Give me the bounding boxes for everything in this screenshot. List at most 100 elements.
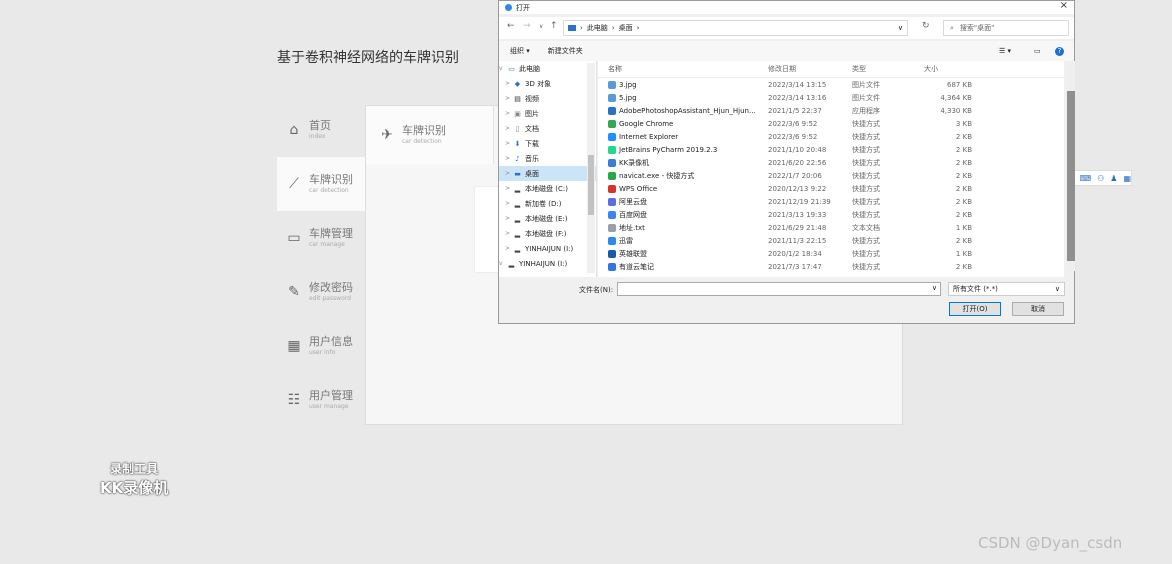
keyboard-icon[interactable]: ⌨ [1080, 174, 1092, 183]
search-input[interactable]: ⌕ 搜索"桌面" [943, 20, 1069, 36]
address-bar[interactable]: › 此电脑 › 桌面 › ∨ [563, 20, 908, 36]
file-date: 2021/6/20 22:56 [768, 158, 827, 167]
expand-icon[interactable]: > [505, 185, 513, 192]
expand-icon[interactable]: > [505, 80, 513, 87]
grid-icon[interactable]: ▦ [1123, 174, 1131, 183]
column-size[interactable]: 大小 [924, 64, 978, 74]
expand-icon[interactable]: > [505, 110, 513, 117]
nav-item-car-manage[interactable]: ▭ 车牌管理 car manage [277, 211, 365, 265]
expand-icon[interactable]: v [499, 260, 507, 267]
tree-item-drive-f[interactable]: > ▂ 本地磁盘 (F:) [499, 226, 596, 241]
tree-item-drive-c[interactable]: > ▂ 本地磁盘 (C:) [499, 181, 596, 196]
file-row[interactable]: 迅雷 2021/11/3 22:15 快捷方式 2 KB [598, 234, 1064, 247]
file-row[interactable]: Internet Explorer 2022/3/6 9:52 快捷方式 2 KB [598, 130, 1064, 143]
column-type[interactable]: 类型 [842, 64, 924, 74]
refresh-icon[interactable]: ↻ [922, 21, 930, 31]
person-icon[interactable]: ⚇ [1097, 174, 1104, 183]
open-button[interactable]: 打开(O) [949, 302, 1001, 316]
open-file-dialog: 打开 × ← → ∨ ↑ › 此电脑 › 桌面 › ∨ ↻ ⌕ 搜索"桌面" 组… [498, 0, 1075, 324]
tree-item-drive-e[interactable]: > ▂ 本地磁盘 (E:) [499, 211, 596, 226]
organize-button[interactable]: 组织 ▾ [510, 46, 530, 56]
breadcrumb-desktop[interactable]: 桌面 [619, 23, 633, 33]
tree-item-this-pc[interactable]: v ▭ 此电脑 [499, 61, 596, 76]
nav-item-edit-password[interactable]: ✎ 修改密码 edit password [277, 265, 365, 319]
nav-item-car-detection[interactable]: ⟋ 车牌识别 car detection [277, 157, 365, 211]
expand-icon[interactable]: > [505, 140, 513, 147]
expand-icon[interactable]: > [505, 200, 513, 207]
tree-item-documents[interactable]: > ▯ 文档 [499, 121, 596, 136]
file-row[interactable]: 3.jpg 2022/3/14 13:15 图片文件 687 KB [598, 78, 1064, 91]
filename-label: 文件名(N): [579, 286, 614, 294]
breadcrumb-this-pc[interactable]: 此电脑 [587, 23, 608, 33]
tree-item-drive-d[interactable]: > ▂ 新加卷 (D:) [499, 196, 596, 211]
nav-item-home[interactable]: ⌂ 首页 index [277, 103, 365, 157]
file-row[interactable]: WPS Office 2020/12/13 9:22 快捷方式 2 KB [598, 182, 1064, 195]
file-row[interactable]: 阿里云盘 2021/12/19 21:39 快捷方式 2 KB [598, 195, 1064, 208]
nav-item-user-manage[interactable]: ☷ 用户管理 user manage [277, 373, 365, 427]
filename-input[interactable]: ∨ [617, 282, 941, 296]
tab-car-detection[interactable]: ✈ 车牌识别 car detection [366, 106, 494, 164]
tree-item-videos[interactable]: > ▤ 视频 [499, 91, 596, 106]
file-row[interactable]: 5.jpg 2022/3/14 13:16 图片文件 4,364 KB [598, 91, 1064, 104]
tree-item-music[interactable]: > ♪ 音乐 [499, 151, 596, 166]
tree-item-desktop[interactable]: > ▬ 桌面 [499, 166, 596, 181]
file-row[interactable]: AdobePhotoshopAssistant_Hjun_Hjun... 2021… [598, 104, 1064, 117]
file-row[interactable]: 百度网盘 2021/3/13 19:33 快捷方式 2 KB [598, 208, 1064, 221]
navigation-tree: v ▭ 此电脑 > ◆ 3D 对象 > ▤ 视频 > ▣ 图片 > ▯ 文档 > ⬇ 下载 > ♪ 音乐 >… [499, 61, 597, 277]
file-name: 百度网盘 [619, 210, 647, 219]
expand-icon[interactable]: > [505, 125, 513, 132]
tree-item-pictures[interactable]: > ▣ 图片 [499, 106, 596, 121]
filename-dropdown-icon[interactable]: ∨ [932, 284, 937, 292]
column-date[interactable]: 修改日期 [758, 64, 842, 74]
file-row[interactable]: navicat.exe - 快捷方式 2022/1/7 20:06 快捷方式 2 KB [598, 169, 1064, 182]
file-name: 英雄联盟 [619, 249, 647, 258]
file-scroll-thumb[interactable] [1067, 91, 1075, 261]
file-size: 4,364 KB [940, 93, 972, 102]
file-row[interactable]: Google Chrome 2022/3/6 9:52 快捷方式 3 KB [598, 117, 1064, 130]
expand-icon[interactable]: > [505, 230, 513, 237]
file-row[interactable]: 英雄联盟 2020/1/2 18:34 快捷方式 1 KB [598, 247, 1064, 260]
tree-item-3d[interactable]: > ◆ 3D 对象 [499, 76, 596, 91]
up-icon[interactable]: ↑ [550, 21, 558, 31]
back-icon[interactable]: ← [507, 21, 515, 31]
tree-item-usb-i[interactable]: > ▂ YINHAIJUN (I:) [499, 241, 596, 256]
file-type: 快捷方式 [852, 184, 880, 193]
tree-scroll-thumb[interactable] [588, 155, 594, 215]
preview-pane-icon[interactable]: ▭ [1034, 47, 1041, 55]
expand-icon[interactable]: > [505, 245, 513, 252]
file-row[interactable]: 地址.txt 2021/6/29 21:48 文本文档 1 KB [598, 221, 1064, 234]
expand-icon[interactable]: > [505, 95, 513, 102]
file-name-cell: 英雄联盟 [598, 249, 758, 259]
close-icon[interactable]: × [1060, 0, 1068, 11]
column-name[interactable]: 名称 [598, 64, 758, 74]
file-row[interactable]: JetBrains PyCharm 2019.2.3 2021/1/10 20:4… [598, 143, 1064, 156]
file-size: 2 KB [955, 158, 972, 167]
expand-icon[interactable]: v [499, 65, 507, 72]
view-options-icon[interactable]: ☰ ▾ [999, 47, 1011, 55]
tree-item-downloads[interactable]: > ⬇ 下载 [499, 136, 596, 151]
expand-icon[interactable]: > [505, 215, 513, 222]
recorder-watermark: 录制工具 KK录像机 [100, 460, 168, 498]
tree-scrollbar[interactable] [587, 63, 595, 273]
file-list-scrollbar[interactable] [1067, 61, 1075, 271]
forward-icon[interactable]: → [523, 21, 531, 31]
dialog-titlebar[interactable]: 打开 × [499, 0, 1074, 14]
help-icon[interactable]: ? [1055, 46, 1064, 56]
address-dropdown-icon[interactable]: ∨ [898, 24, 903, 32]
new-folder-button[interactable]: 新建文件夹 [548, 46, 583, 56]
tree-item-usb-i-2[interactable]: v ▂ YINHAIJUN (I:) [499, 256, 596, 271]
computer-icon: ▭ [508, 64, 515, 73]
nav-label: 车牌管理 [309, 227, 353, 240]
recent-dropdown-icon[interactable]: ∨ [539, 23, 543, 30]
file-row[interactable]: KK录像机 2021/6/20 22:56 快捷方式 2 KB [598, 156, 1064, 169]
cancel-button[interactable]: 取消 [1012, 302, 1064, 316]
file-row[interactable]: 有道云笔记 2021/7/3 17:47 快捷方式 2 KB [598, 260, 1064, 273]
expand-icon[interactable]: > [505, 155, 513, 162]
filetype-select[interactable]: 所有文件 (*.*) ∨ [948, 282, 1065, 296]
usb-icon: ▂ [514, 244, 521, 253]
nav-item-user-info[interactable]: ▦ 用户信息 user info [277, 319, 365, 373]
tree-label: 新加卷 (D:) [525, 199, 562, 208]
skin-icon[interactable]: ♟ [1110, 174, 1117, 183]
expand-icon[interactable]: > [505, 170, 513, 177]
edit-icon: ✎ [288, 284, 300, 300]
